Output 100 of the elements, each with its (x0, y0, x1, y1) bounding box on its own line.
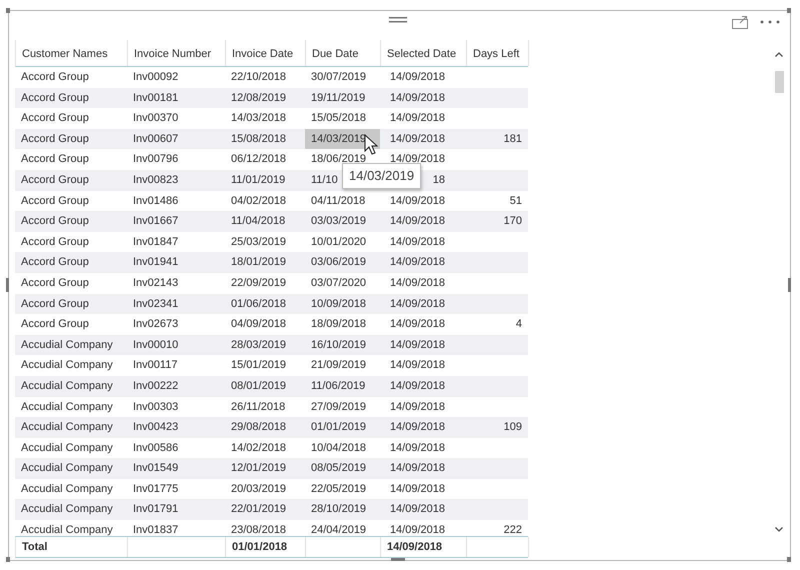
table-cell-text: 01/06/2018 (230, 296, 288, 312)
table-cell-text: Accudial Company (20, 523, 114, 536)
table-cell-text: Accudial Company (20, 482, 114, 497)
table-cell-text: 08/05/2019 (310, 461, 368, 476)
column-header: Invoice Number (128, 40, 226, 66)
table-cell-text: 18/01/2019 (230, 255, 288, 270)
table-cell-text: Accudial Company (20, 502, 114, 518)
table-cell-text: 03/07/2020 (310, 276, 368, 291)
resize-handle[interactable] (6, 278, 9, 292)
table-cell-text: 19/11/2019 (310, 90, 366, 106)
tooltip: 14/03/2019 (342, 163, 422, 188)
table-cell-text: Inv00607 (132, 132, 180, 147)
table-cell-text: Accord Group (20, 172, 90, 188)
table-cell-text: 28/03/2019 (230, 338, 288, 353)
scroll-up-icon[interactable] (775, 52, 783, 57)
table-cell-text: Inv01775 (132, 482, 180, 497)
table-cell-text: Inv00823 (132, 172, 180, 188)
table-cell-text: 14/09/2018 (388, 234, 445, 250)
focus-mode-icon[interactable] (732, 15, 748, 29)
table-cell-text: 22/05/2019 (310, 482, 368, 497)
table-cell-text: 04/11/2018 (310, 194, 366, 209)
table-cell-text: Accord Group (20, 276, 90, 291)
resize-handle[interactable] (787, 8, 791, 13)
table-cell-text: Inv01549 (132, 461, 180, 476)
table-cell-text: 08/01/2019 (230, 378, 288, 394)
table-cell-text: 29/08/2018 (230, 420, 288, 436)
table-cell-text: 14/09/2018 (388, 70, 445, 85)
table-cell-text: Accudial Company (20, 338, 114, 353)
table-cell-text: 18/09/2018 (310, 317, 368, 332)
table-cell-text: Accord Group (20, 214, 90, 230)
table-cell-text: Inv02341 (132, 296, 180, 312)
table-cell-text: 14/09/2018 (388, 461, 445, 476)
table-cell-text: 51 (508, 194, 523, 209)
table-cell-text: Accord Group (20, 296, 90, 312)
table-cell-text: Accord Group (20, 152, 90, 168)
table-cell-text: 14/09/2018 (388, 400, 445, 414)
table-cell-text: 01/01/2019 (310, 420, 368, 436)
table-cell-text: 181 (502, 132, 523, 147)
resize-handle[interactable] (6, 557, 10, 562)
table-cell-text: Accord Group (20, 111, 90, 126)
table-cell-text: 14/09/2018 (388, 111, 445, 126)
table-cell-text: 14/09/2018 (388, 132, 445, 147)
table-cell-text: Inv01837 (132, 523, 180, 536)
table-cell-text: 4 (514, 317, 523, 332)
table-cell-text: 26/11/2018 (230, 400, 286, 414)
table-cell-text: 14/09/2018 (388, 214, 445, 230)
table-cell-text: 15/08/2018 (230, 132, 288, 147)
table-cell-text: 10/09/2018 (310, 296, 368, 312)
table-cell-text: Accudial Company (20, 400, 114, 414)
column-header: Due Date (306, 40, 381, 66)
table-cell-text: Accord Group (20, 255, 90, 270)
grip-icon[interactable] (389, 17, 407, 24)
total-cell: 14/09/2018 (381, 537, 467, 557)
table-cell-text: Inv00181 (132, 90, 180, 106)
table-cell-text: Accord Group (20, 317, 90, 332)
table-cell-text: 11/06/2019 (310, 378, 366, 394)
table-cell-text: 12/01/2019 (230, 461, 288, 476)
total-label: Total (16, 537, 128, 557)
table-cell-text: Accudial Company (20, 378, 114, 394)
table-cell-text: Inv01941 (132, 255, 180, 270)
resize-handle[interactable] (6, 8, 10, 13)
table-cell-text: 03/06/2019 (310, 255, 368, 270)
column-header: Days Left (467, 40, 529, 66)
table-cell-text: Inv01791 (132, 502, 180, 518)
table-cell-text: Inv00423 (132, 420, 180, 436)
column-header: Selected Date (381, 40, 467, 66)
table-cell-text: Inv00370 (132, 111, 180, 126)
table-cell-text: 14/09/2018 (388, 338, 445, 353)
table-cell-text: 14/09/2018 (388, 523, 445, 536)
scrollbar-thumb[interactable] (775, 71, 784, 93)
table-cell-text: Inv00796 (132, 152, 180, 168)
more-options-icon[interactable] (760, 20, 780, 24)
table-cell-text: Accord Group (20, 90, 90, 106)
resize-handle[interactable] (787, 557, 791, 562)
table-cell-text: 30/07/2019 (310, 70, 368, 85)
column-header: Invoice Date (226, 40, 306, 66)
table-cell-text: Inv00010 (132, 338, 180, 353)
resize-handle[interactable] (788, 278, 791, 292)
table-cell-text: 28/10/2019 (310, 502, 368, 518)
table-cell-text: 27/09/2019 (310, 400, 368, 414)
resize-handle[interactable] (391, 558, 405, 561)
table-cell-text: 24/04/2019 (310, 523, 368, 536)
table-cell-text: 16/10/2019 (310, 338, 368, 353)
table-cell-text: Accord Group (20, 194, 90, 209)
table-cell-text: 20/03/2019 (230, 482, 288, 497)
mouse-cursor-icon (364, 134, 378, 155)
table-cell-text: Inv00117 (132, 358, 178, 374)
table-cell-text: 03/03/2019 (310, 214, 368, 230)
table-cell-text: 14/09/2018 (388, 194, 445, 209)
table-cell-text: Inv00092 (132, 70, 180, 85)
table-cell-text: 14/09/2018 (388, 378, 445, 394)
table-cell-text: Inv00303 (132, 400, 180, 414)
scroll-down-icon[interactable] (775, 527, 783, 532)
table-cell-text: Accord Group (20, 70, 90, 85)
table-cell-text: Accudial Company (20, 358, 114, 374)
table-cell-text: 12/08/2019 (230, 90, 288, 106)
table-cell-text: 11/04/2018 (230, 214, 286, 230)
table-cell-text: 04/09/2018 (230, 317, 288, 332)
table-cell-text: 14/09/2018 (388, 420, 445, 436)
table-cell-text: 14/09/2018 (388, 358, 445, 374)
